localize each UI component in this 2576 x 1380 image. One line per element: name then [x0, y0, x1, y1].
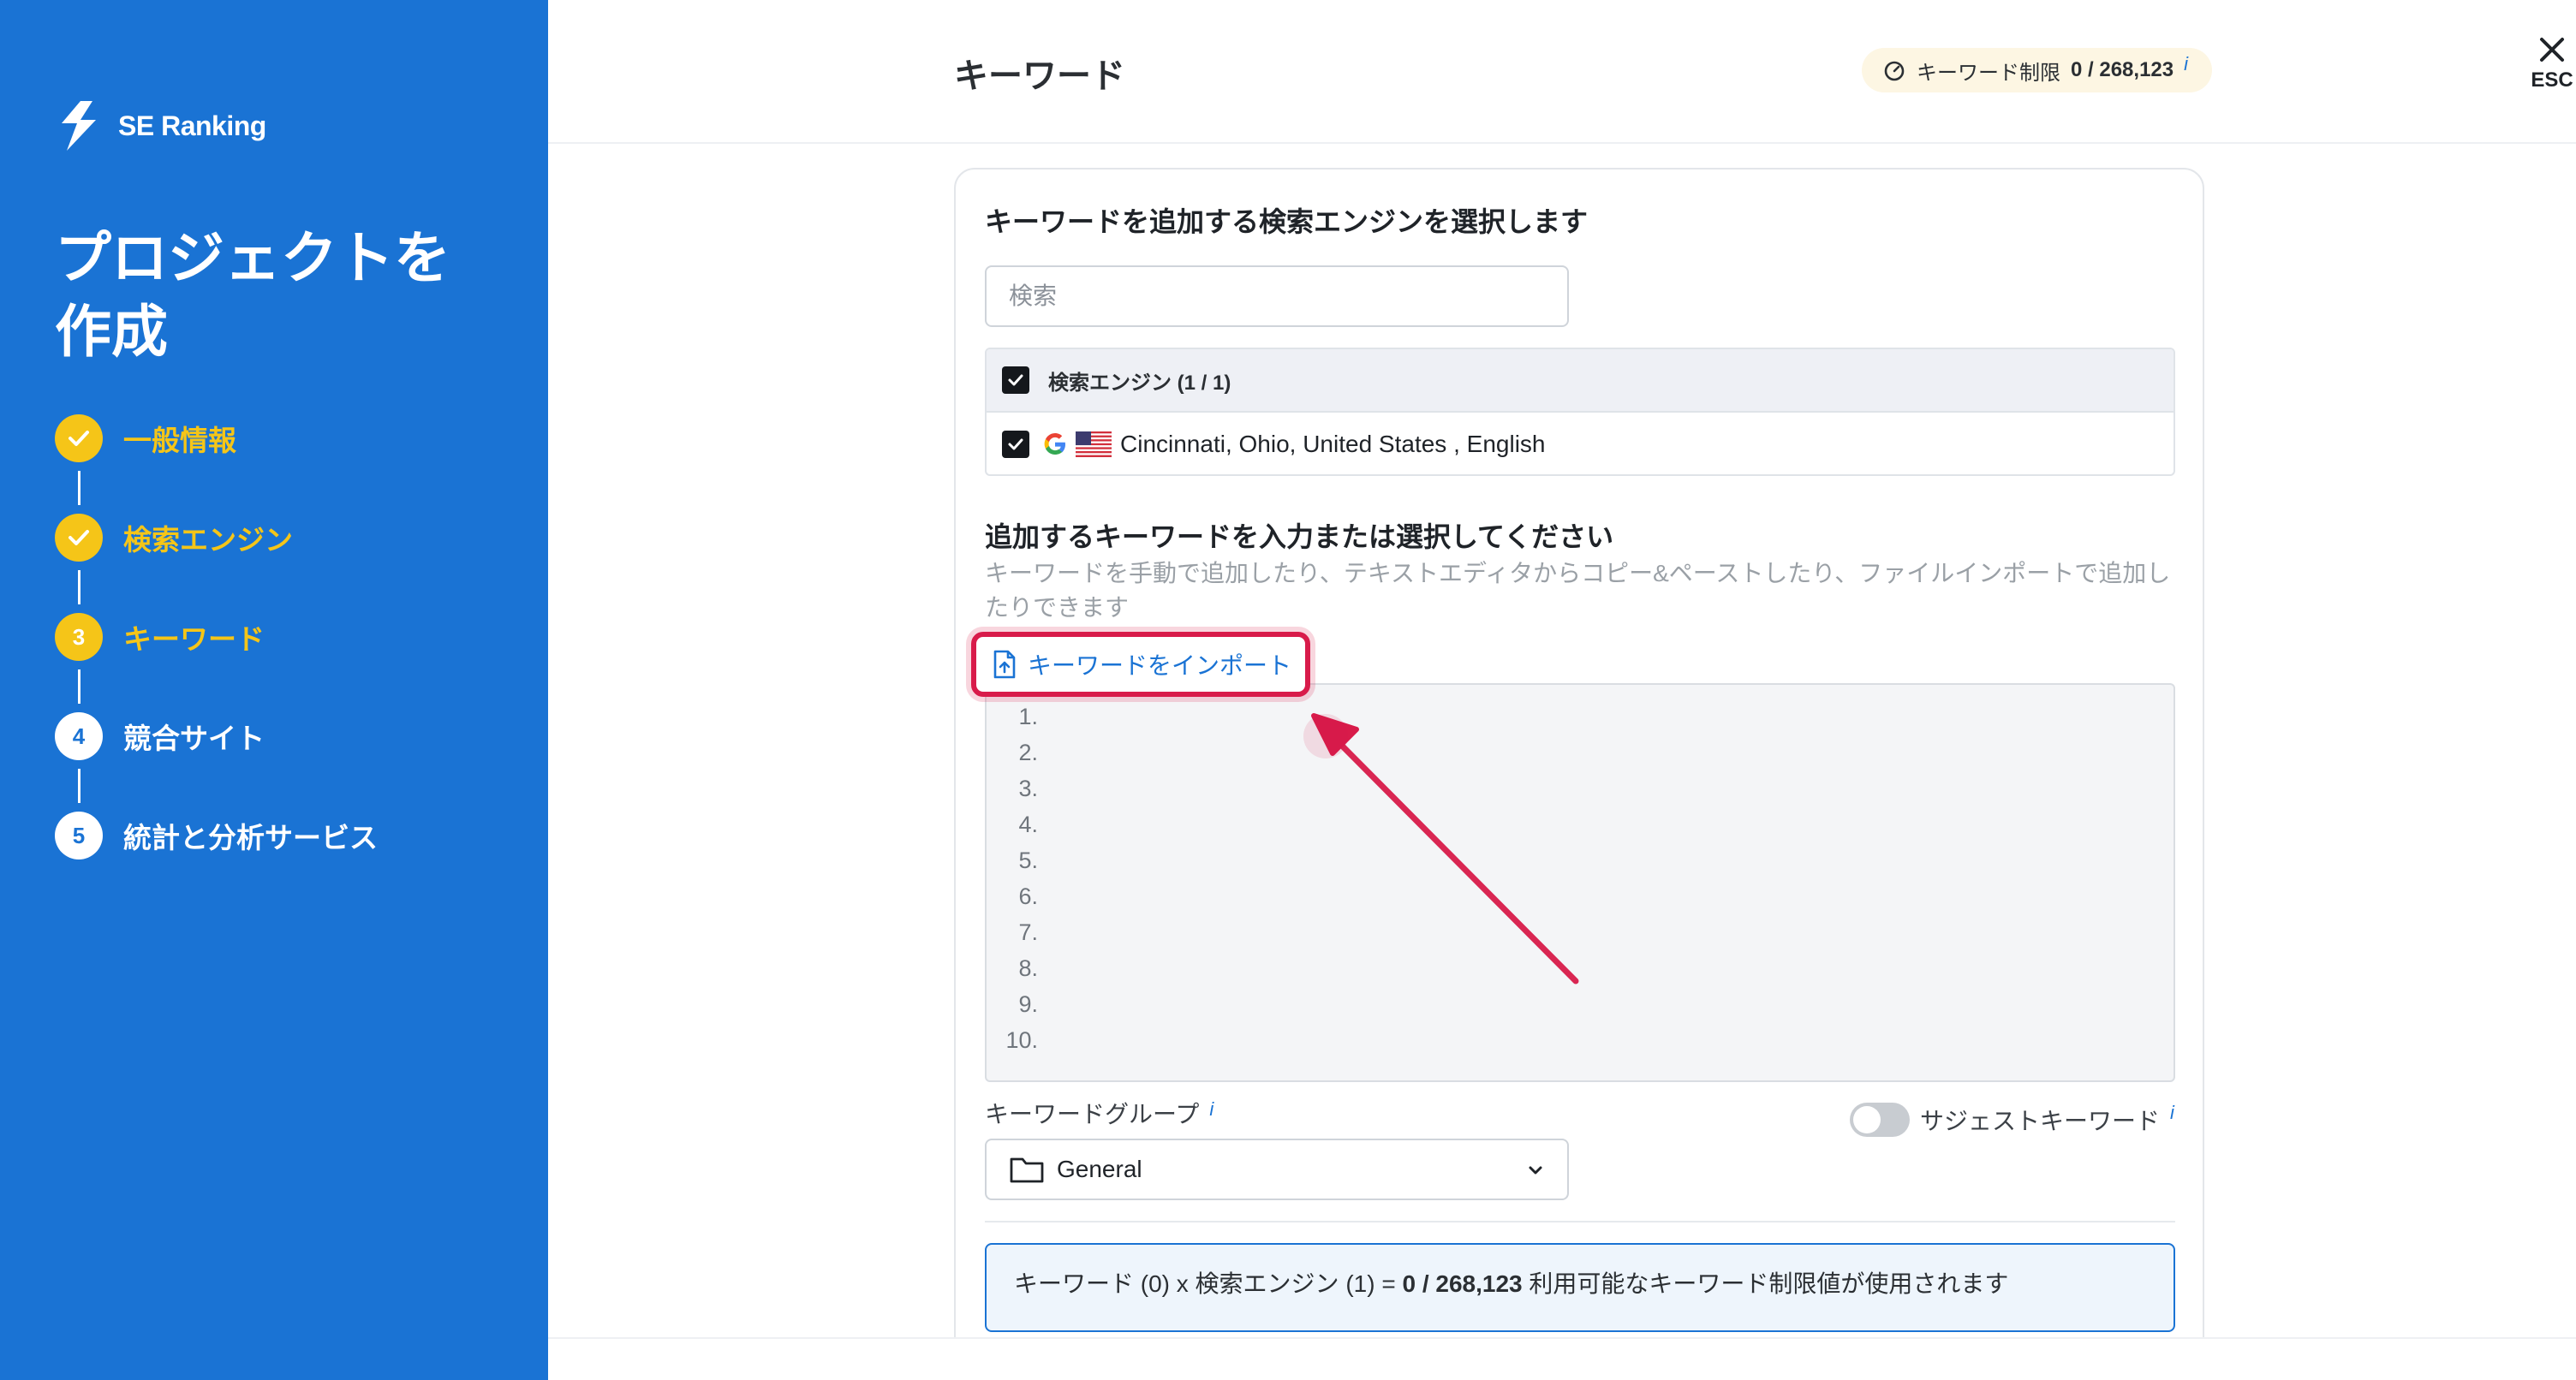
keyword-limit-badge[interactable]: キーワード制限 0 / 268,123 i [1862, 48, 2212, 92]
step-label: 一般情報 [123, 425, 236, 456]
sidebar-title-line2: 作成 [55, 300, 168, 363]
brand-name: SE Ranking [118, 110, 266, 141]
keyword-group-select[interactable]: General [985, 1139, 1569, 1200]
keywords-section-title: 追加するキーワードを入力または選択してください [985, 521, 1614, 552]
line-number: 8. [1018, 955, 1038, 981]
step-label: 競合サイト [123, 723, 265, 754]
step-connector [78, 769, 80, 803]
us-flag-icon [1076, 431, 1112, 457]
sidebar-title: プロジェクトを 作成 [55, 221, 500, 368]
suggest-keywords-toggle[interactable] [1850, 1103, 1910, 1137]
keyword-group-label: キーワードグループ i [985, 1096, 1213, 1130]
esc-label: ESC [2531, 68, 2573, 92]
limit-label: キーワード制限 [1917, 61, 2060, 85]
step-connector [78, 669, 80, 704]
import-label: キーワードをインポート [1028, 652, 1292, 679]
suggest-keywords-label: サジェストキーワード [1920, 1108, 2161, 1134]
folder-icon [1010, 1157, 1044, 1183]
step-number: 5 [55, 812, 103, 860]
summary-value: 0 / 268,123 [1402, 1270, 1523, 1297]
keyword-group-label-text: キーワードグループ [985, 1101, 1200, 1127]
step-number: 3 [55, 613, 103, 661]
keyword-editor[interactable]: 1. 2. 3. 4. 5. 6. 7. 8. 9. 10. [985, 683, 2175, 1082]
line-number: 2. [1018, 740, 1038, 765]
engine-table-header: 検索エンジン (1 / 1) [987, 349, 2174, 413]
line-number: 4. [1018, 812, 1038, 837]
step-keywords[interactable]: 3 キーワード [55, 613, 265, 661]
engine-table: 検索エンジン (1 / 1) Cincinnati, Ohio, United … [985, 348, 2175, 476]
summary-part1: キーワード (0) x 検索エンジン (1) = [1014, 1270, 1403, 1297]
bottom-bar [548, 1337, 2576, 1380]
step-number: 4 [55, 712, 103, 760]
limit-value: 0 / 268,123 [2071, 58, 2174, 81]
se-ranking-logo[interactable]: SE Ranking [55, 99, 266, 152]
line-number: 10. [1005, 1027, 1038, 1053]
select-all-checkbox[interactable] [1002, 366, 1029, 394]
engine-search-input[interactable] [985, 265, 1569, 327]
info-icon[interactable]: i [1209, 1098, 1213, 1121]
line-number: 6. [1018, 883, 1038, 909]
suggest-keywords: サジェストキーワード i [1850, 1102, 2174, 1137]
line-number: 5. [1018, 848, 1038, 873]
step-connector [78, 570, 80, 604]
check-icon [55, 414, 103, 462]
file-upload-icon [993, 650, 1016, 679]
keyword-usage-summary: キーワード (0) x 検索エンジン (1) = 0 / 268,123 利用可… [985, 1243, 2175, 1332]
checkmark-icon [1008, 438, 1023, 450]
gauge-icon [1884, 61, 1905, 81]
engine-checkbox[interactable] [1002, 431, 1029, 458]
line-number: 9. [1018, 991, 1038, 1017]
summary-part2: 利用可能なキーワード制限値が使用されます [1522, 1270, 2009, 1297]
keywords-description: キーワードを手動で追加したり、テキストエディタからコピー&ペーストしたり、ファイ… [985, 560, 2171, 621]
header: キーワード キーワード制限 0 / 268,123 i ESC [548, 0, 2576, 144]
step-label: キーワード [123, 623, 265, 655]
engine-table-header-label: 検索エンジン (1 / 1) [1048, 371, 1231, 395]
engine-label: Cincinnati, Ohio, United States , Englis… [1120, 431, 1546, 457]
checkmark-icon [1008, 374, 1023, 386]
google-icon [1044, 433, 1065, 455]
import-keywords-button[interactable]: キーワードをインポート [971, 632, 1310, 697]
line-number: 7. [1018, 919, 1038, 945]
line-number: 3. [1018, 776, 1038, 801]
step-connector [78, 471, 80, 505]
sidebar-title-line1: プロジェクトを [55, 226, 450, 289]
check-icon [55, 514, 103, 562]
engines-section-title: キーワードを追加する検索エンジンを選択します [985, 206, 1589, 237]
info-icon[interactable]: i [2184, 53, 2188, 75]
engine-row[interactable]: Cincinnati, Ohio, United States , Englis… [987, 413, 2174, 474]
toggle-knob [1853, 1106, 1881, 1133]
step-general-info[interactable]: 一般情報 [55, 414, 236, 462]
step-label: 統計と分析サービス [123, 822, 378, 854]
page-title: キーワード [954, 57, 1125, 95]
step-search-engines[interactable]: 検索エンジン [55, 514, 293, 562]
step-label: 検索エンジン [123, 524, 293, 556]
close-button[interactable]: ESC [2526, 34, 2576, 92]
step-analytics[interactable]: 5 統計と分析サービス [55, 812, 378, 860]
se-ranking-bolt-icon [62, 101, 96, 151]
line-number: 1. [1018, 704, 1038, 729]
chevron-down-icon [1529, 1166, 1542, 1175]
keyword-group-value: General [1057, 1156, 1142, 1182]
close-icon [2540, 38, 2564, 62]
divider [985, 1221, 2175, 1222]
keywords-card: キーワードを追加する検索エンジンを選択します 検索エンジン (1 / 1) [954, 168, 2204, 1380]
info-icon[interactable]: i [2170, 1102, 2174, 1124]
sidebar: SE Ranking プロジェクトを 作成 一般情報 検索エンジン 3 キーワー… [0, 0, 548, 1380]
step-competitors[interactable]: 4 競合サイト [55, 712, 265, 760]
